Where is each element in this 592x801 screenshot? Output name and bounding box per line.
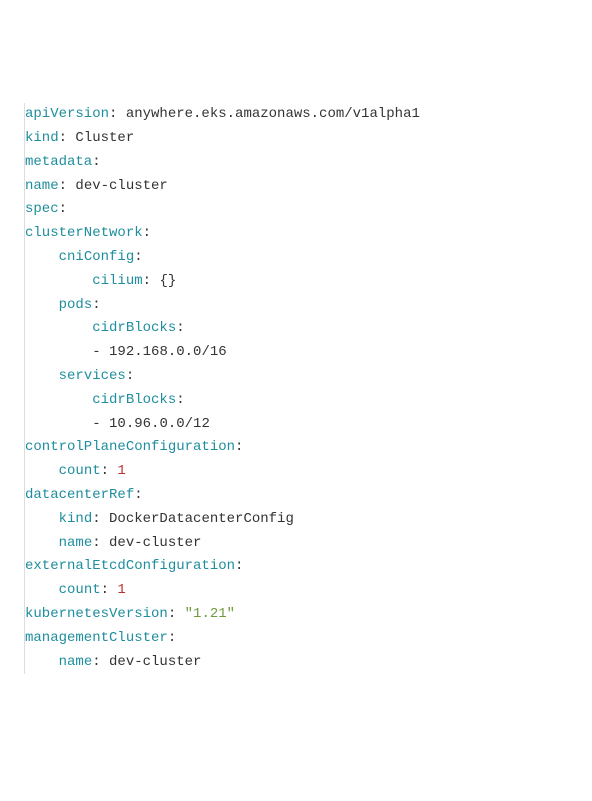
yaml-colon: :	[143, 225, 151, 241]
code-line: services:	[25, 365, 592, 389]
code-line: name: dev-cluster	[25, 651, 592, 675]
yaml-code-block: apiVersion: anywhere.eks.amazonaws.com/v…	[24, 103, 592, 674]
yaml-colon: :	[59, 130, 67, 146]
yaml-key: count	[59, 463, 101, 479]
yaml-value: DockerDatacenterConfig	[101, 511, 294, 527]
yaml-colon: :	[134, 487, 142, 503]
code-line: - 192.168.0.0/16	[25, 341, 592, 365]
yaml-key: metadata	[25, 154, 92, 170]
yaml-colon: :	[176, 392, 184, 408]
yaml-value: "1.21"	[176, 606, 235, 622]
yaml-key: cilium	[92, 273, 142, 289]
code-line: metadata:	[25, 151, 592, 175]
code-line: externalEtcdConfiguration:	[25, 555, 592, 579]
yaml-value: {}	[151, 273, 176, 289]
yaml-key: managementCluster	[25, 630, 168, 646]
yaml-dash: -	[92, 416, 109, 432]
yaml-key: clusterNetwork	[25, 225, 143, 241]
yaml-value: Cluster	[67, 130, 134, 146]
yaml-key: apiVersion	[25, 106, 109, 122]
yaml-value: dev-cluster	[101, 535, 202, 551]
yaml-dash: -	[92, 344, 109, 360]
yaml-key: externalEtcdConfiguration	[25, 558, 235, 574]
code-line: name: dev-cluster	[25, 532, 592, 556]
yaml-key: count	[59, 582, 101, 598]
yaml-colon: :	[168, 630, 176, 646]
code-line: spec:	[25, 198, 592, 222]
code-line: cilium: {}	[25, 270, 592, 294]
yaml-value: anywhere.eks.amazonaws.com/v1alpha1	[117, 106, 419, 122]
yaml-key: cniConfig	[59, 249, 135, 265]
yaml-colon: :	[235, 558, 243, 574]
yaml-key: spec	[25, 201, 59, 217]
code-line: count: 1	[25, 460, 592, 484]
yaml-value: dev-cluster	[67, 178, 168, 194]
code-line: - 10.96.0.0/12	[25, 413, 592, 437]
yaml-colon: :	[92, 511, 100, 527]
code-line: apiVersion: anywhere.eks.amazonaws.com/v…	[25, 103, 592, 127]
yaml-colon: :	[126, 368, 134, 384]
yaml-colon: :	[92, 154, 100, 170]
yaml-key: kind	[59, 511, 93, 527]
yaml-value: 10.96.0.0/12	[109, 416, 210, 432]
code-line: cidrBlocks:	[25, 317, 592, 341]
code-line: managementCluster:	[25, 627, 592, 651]
code-line: cniConfig:	[25, 246, 592, 270]
yaml-value: 1	[109, 582, 126, 598]
yaml-key: services	[59, 368, 126, 384]
code-line: name: dev-cluster	[25, 175, 592, 199]
yaml-key: controlPlaneConfiguration	[25, 439, 235, 455]
code-line: controlPlaneConfiguration:	[25, 436, 592, 460]
yaml-key: kind	[25, 130, 59, 146]
yaml-colon: :	[101, 582, 109, 598]
yaml-key: cidrBlocks	[92, 392, 176, 408]
yaml-value: 192.168.0.0/16	[109, 344, 227, 360]
yaml-key: cidrBlocks	[92, 320, 176, 336]
yaml-colon: :	[101, 463, 109, 479]
yaml-colon: :	[134, 249, 142, 265]
yaml-colon: :	[168, 606, 176, 622]
code-line: kubernetesVersion: "1.21"	[25, 603, 592, 627]
yaml-key: name	[59, 535, 93, 551]
yaml-value: 1	[109, 463, 126, 479]
yaml-key: datacenterRef	[25, 487, 134, 503]
code-line: clusterNetwork:	[25, 222, 592, 246]
yaml-colon: :	[176, 320, 184, 336]
yaml-colon: :	[92, 535, 100, 551]
yaml-colon: :	[59, 201, 67, 217]
yaml-colon: :	[235, 439, 243, 455]
yaml-key: kubernetesVersion	[25, 606, 168, 622]
yaml-key: name	[59, 654, 93, 670]
yaml-colon: :	[143, 273, 151, 289]
yaml-colon: :	[92, 297, 100, 313]
yaml-key: pods	[59, 297, 93, 313]
code-line: pods:	[25, 294, 592, 318]
code-line: cidrBlocks:	[25, 389, 592, 413]
yaml-colon: :	[92, 654, 100, 670]
yaml-colon: :	[59, 178, 67, 194]
yaml-key: name	[25, 178, 59, 194]
code-line: kind: DockerDatacenterConfig	[25, 508, 592, 532]
yaml-value: dev-cluster	[101, 654, 202, 670]
code-line: datacenterRef:	[25, 484, 592, 508]
code-line: kind: Cluster	[25, 127, 592, 151]
